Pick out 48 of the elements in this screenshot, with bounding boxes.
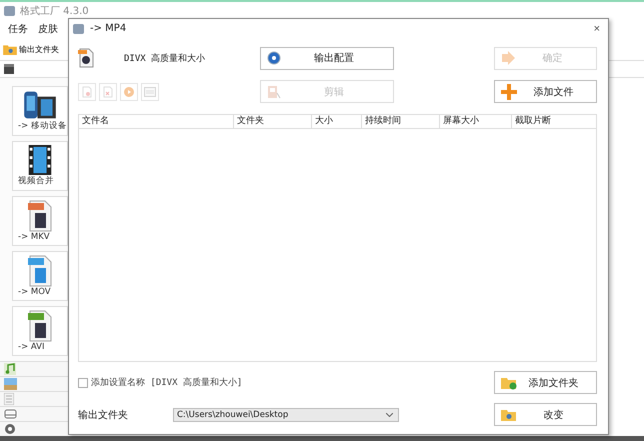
column-header[interactable]: 屏幕大小 [440, 114, 512, 129]
clapper-icon [4, 64, 14, 74]
film-strip-icon [28, 145, 52, 175]
column-header[interactable]: 持续时间 [362, 114, 440, 129]
arrow-icon [501, 51, 515, 66]
category-tile[interactable]: 视频合并 [12, 141, 68, 191]
column-header[interactable]: 大小 [312, 114, 362, 129]
config-button[interactable]: 输出配置 [260, 46, 394, 70]
chevron-icon [386, 412, 393, 416]
change-button[interactable]: 改变 [494, 403, 597, 426]
plus-icon [501, 84, 517, 100]
video-file-icon [27, 200, 53, 232]
music-note-icon [4, 363, 16, 375]
column-header[interactable]: 文件夹 [234, 114, 312, 129]
category-tile[interactable]: -> AVI [12, 306, 68, 356]
file-clear-icon [103, 86, 113, 98]
menu-item[interactable]: 任务 [8, 22, 28, 36]
output-folder-label: 输出文件夹 [78, 408, 129, 422]
disc-icon [267, 51, 281, 66]
file-remove-icon [82, 86, 92, 98]
folder-icon [3, 44, 17, 54]
checkbox-label: 添加设置名称 [DIVX 高质量和大小] [91, 376, 242, 389]
add-button[interactable]: 添加文件 [494, 80, 597, 104]
folder-add-icon [501, 376, 517, 390]
app-title: 格式工厂 4.3.0 [20, 4, 89, 18]
video-file-icon [27, 310, 53, 342]
output-folder-button[interactable]: 输出文件夹 [3, 44, 59, 54]
dialog-title: -> MP4 [90, 23, 128, 34]
category-tile[interactable]: -> MOV [12, 251, 68, 301]
profile-name: DIVX 高质量和大小 [124, 52, 206, 65]
folder-icon [501, 408, 517, 422]
folder-button[interactable]: 添加文件夹 [494, 371, 597, 394]
video-file-icon [78, 48, 94, 68]
column-header[interactable]: 文件名 [79, 114, 234, 129]
video-file-icon [27, 255, 53, 287]
checkbox[interactable] [78, 378, 88, 388]
menu-item[interactable]: 皮肤 [38, 22, 58, 36]
document-icon [4, 393, 14, 405]
column-header[interactable]: 截取片断 [512, 114, 596, 129]
floppy-icon [267, 84, 281, 99]
folder-dropdown[interactable]: C:\Users\zhouwei\Desktop [173, 408, 399, 422]
panel-icon [144, 86, 156, 97]
drive-icon [4, 408, 17, 420]
category-tile[interactable]: -> MKV [12, 196, 68, 246]
category-tile[interactable]: -> 移动设备 [12, 86, 68, 136]
close-button[interactable]: × [592, 22, 602, 35]
gear-icon [4, 423, 16, 435]
play-icon [124, 86, 134, 97]
